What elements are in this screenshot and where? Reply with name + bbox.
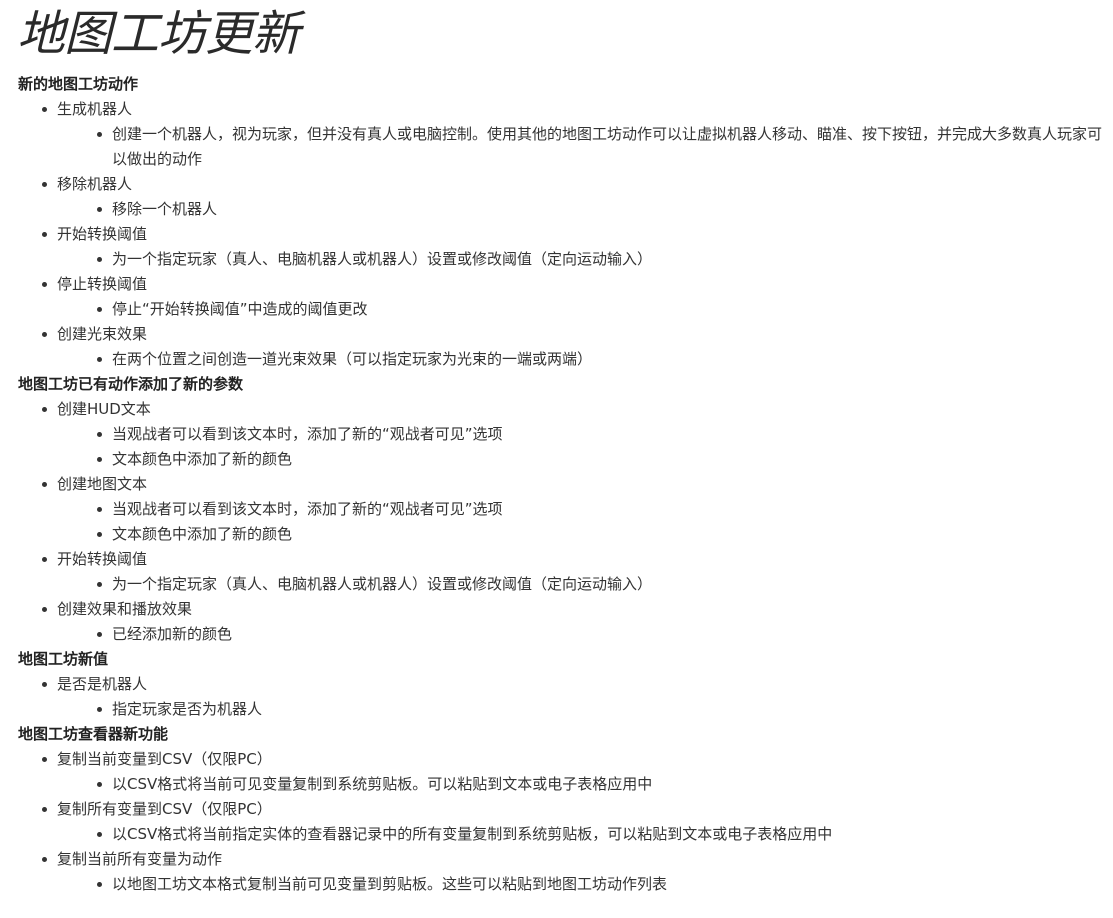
list-item: 创建HUD文本 当观战者可以看到该文本时，添加了新的“观战者可见”选项 文本颜色中添…: [0, 397, 1113, 472]
list-item: 是否是机器人 指定玩家是否为机器人: [0, 672, 1113, 722]
list-item-label: 移除机器人: [0, 172, 1113, 197]
section-heading: 地图工坊查看器新功能: [18, 725, 169, 743]
sub-list: 以CSV格式将当前可见变量复制到系统剪贴板。可以粘贴到文本或电子表格应用中: [0, 772, 1113, 797]
sub-list-item: 文本颜色中添加了新的颜色: [0, 522, 1113, 547]
sub-list: 指定玩家是否为机器人: [0, 697, 1113, 722]
list-item: 复制当前变量到CSV（仅限PC） 以CSV格式将当前可见变量复制到系统剪贴板。可以…: [0, 747, 1113, 797]
sub-list-item: 以CSV格式将当前指定实体的查看器记录中的所有变量复制到系统剪贴板，可以粘贴到文…: [0, 822, 1113, 847]
list-item-label: 创建光束效果: [0, 322, 1113, 347]
patch-notes-content: 新的地图工坊动作生成机器人 创建一个机器人，视为玩家，但并没有真人或电脑控制。使用…: [0, 72, 1113, 897]
sub-list-item: 指定玩家是否为机器人: [0, 697, 1113, 722]
section-heading: 新的地图工坊动作: [18, 75, 139, 93]
sub-list: 当观战者可以看到该文本时，添加了新的“观战者可见”选项 文本颜色中添加了新的颜色: [0, 497, 1113, 547]
list-item: 开始转换阈值 为一个指定玩家（真人、电脑机器人或机器人）设置或修改阈值（定向运动输…: [0, 222, 1113, 272]
sub-list: 创建一个机器人，视为玩家，但并没有真人或电脑控制。使用其他的地图工坊动作可以让虚…: [0, 122, 1113, 172]
sub-list: 已经添加新的颜色: [0, 622, 1113, 647]
list-item-label: 停止转换阈值: [0, 272, 1113, 297]
list-item-label: 创建地图文本: [0, 472, 1113, 497]
section-list: 是否是机器人 指定玩家是否为机器人: [0, 672, 1113, 722]
sub-list: 为一个指定玩家（真人、电脑机器人或机器人）设置或修改阈值（定向运动输入）: [0, 572, 1113, 597]
sub-list: 移除一个机器人: [0, 197, 1113, 222]
sub-list-item: 以地图工坊文本格式复制当前可见变量到剪贴板。这些可以粘贴到地图工坊动作列表: [0, 872, 1113, 897]
list-item-label: 复制当前所有变量为动作: [0, 847, 1113, 872]
list-item: 开始转换阈值 为一个指定玩家（真人、电脑机器人或机器人）设置或修改阈值（定向运动输…: [0, 547, 1113, 597]
list-item: 停止转换阈值 停止“开始转换阈值”中造成的阈值更改: [0, 272, 1113, 322]
sub-list-item: 停止“开始转换阈值”中造成的阈值更改: [0, 297, 1113, 322]
list-item: 创建地图文本 当观战者可以看到该文本时，添加了新的“观战者可见”选项 文本颜色中添加…: [0, 472, 1113, 547]
sub-list-item: 为一个指定玩家（真人、电脑机器人或机器人）设置或修改阈值（定向运动输入）: [0, 247, 1113, 272]
sub-list: 为一个指定玩家（真人、电脑机器人或机器人）设置或修改阈值（定向运动输入）: [0, 247, 1113, 272]
section-heading: 地图工坊已有动作添加了新的参数: [18, 375, 244, 393]
sub-list-item: 在两个位置之间创造一道光束效果（可以指定玩家为光束的一端或两端）: [0, 347, 1113, 372]
sub-list-item: 为一个指定玩家（真人、电脑机器人或机器人）设置或修改阈值（定向运动输入）: [0, 572, 1113, 597]
list-item-label: 创建效果和播放效果: [0, 597, 1113, 622]
list-item: 复制所有变量到CSV（仅限PC） 以CSV格式将当前指定实体的查看器记录中的所有变…: [0, 797, 1113, 847]
list-item-label: 复制所有变量到CSV（仅限PC）: [0, 797, 1113, 822]
page-title: 地图工坊更新: [17, 6, 300, 62]
list-item-label: 开始转换阈值: [0, 547, 1113, 572]
list-item: 移除机器人 移除一个机器人: [0, 172, 1113, 222]
list-item-label: 是否是机器人: [0, 672, 1113, 697]
list-item-label: 生成机器人: [0, 97, 1113, 122]
sub-list: 以地图工坊文本格式复制当前可见变量到剪贴板。这些可以粘贴到地图工坊动作列表: [0, 872, 1113, 897]
list-item-label: 开始转换阈值: [0, 222, 1113, 247]
sub-list-item: 文本颜色中添加了新的颜色: [0, 447, 1113, 472]
sub-list: 当观战者可以看到该文本时，添加了新的“观战者可见”选项 文本颜色中添加了新的颜色: [0, 422, 1113, 472]
list-item: 生成机器人 创建一个机器人，视为玩家，但并没有真人或电脑控制。使用其他的地图工坊动…: [0, 97, 1113, 172]
section-list: 复制当前变量到CSV（仅限PC） 以CSV格式将当前可见变量复制到系统剪贴板。可以…: [0, 747, 1113, 897]
list-item-label: 复制当前变量到CSV（仅限PC）: [0, 747, 1113, 772]
sub-list-item: 移除一个机器人: [0, 197, 1113, 222]
section-list: 生成机器人 创建一个机器人，视为玩家，但并没有真人或电脑控制。使用其他的地图工坊动…: [0, 97, 1113, 372]
section-heading: 地图工坊新值: [18, 650, 109, 668]
sub-list-item: 创建一个机器人，视为玩家，但并没有真人或电脑控制。使用其他的地图工坊动作可以让虚…: [0, 122, 1113, 172]
sub-list-item: 当观战者可以看到该文本时，添加了新的“观战者可见”选项: [0, 422, 1113, 447]
sub-list-item: 当观战者可以看到该文本时，添加了新的“观战者可见”选项: [0, 497, 1113, 522]
sub-list: 停止“开始转换阈值”中造成的阈值更改: [0, 297, 1113, 322]
list-item: 创建效果和播放效果 已经添加新的颜色: [0, 597, 1113, 647]
sub-list-item: 以CSV格式将当前可见变量复制到系统剪贴板。可以粘贴到文本或电子表格应用中: [0, 772, 1113, 797]
list-item: 复制当前所有变量为动作 以地图工坊文本格式复制当前可见变量到剪贴板。这些可以粘贴到…: [0, 847, 1113, 897]
sub-list: 在两个位置之间创造一道光束效果（可以指定玩家为光束的一端或两端）: [0, 347, 1113, 372]
section-list: 创建HUD文本 当观战者可以看到该文本时，添加了新的“观战者可见”选项 文本颜色中添…: [0, 397, 1113, 647]
sub-list: 以CSV格式将当前指定实体的查看器记录中的所有变量复制到系统剪贴板，可以粘贴到文…: [0, 822, 1113, 847]
list-item-label: 创建HUD文本: [0, 397, 1113, 422]
sub-list-item: 已经添加新的颜色: [0, 622, 1113, 647]
list-item: 创建光束效果 在两个位置之间创造一道光束效果（可以指定玩家为光束的一端或两端）: [0, 322, 1113, 372]
